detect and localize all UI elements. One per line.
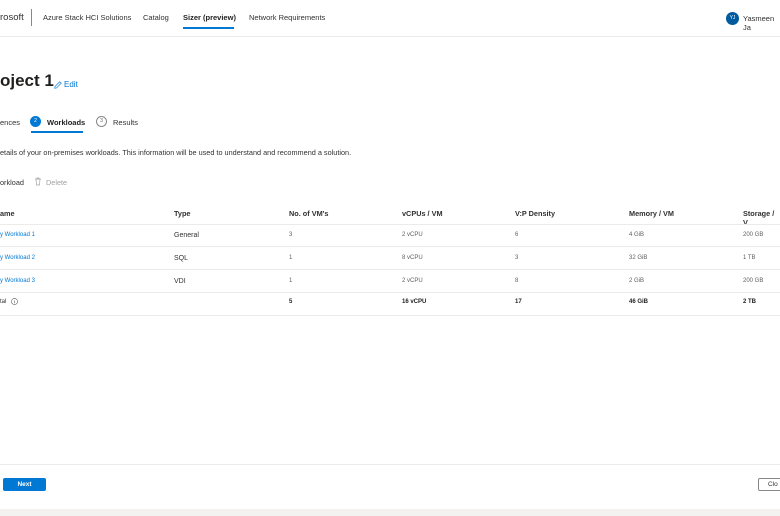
nav-network-requirements[interactable]: Network Requirements [249,13,325,22]
total-density: 17 [515,299,522,305]
workload-density: 8 [515,278,519,284]
edit-label: Edit [64,80,78,89]
top-navigation-bar: rosoft Azure Stack HCI Solutions Catalog… [0,0,780,37]
row-divider [0,246,780,247]
workload-storage: 200 GB [743,232,764,238]
workload-vcpus: 8 vCPU [402,255,423,261]
column-header-name[interactable]: ame [0,209,15,218]
brand-divider [31,9,32,26]
workload-vcpus: 2 vCPU [402,278,423,284]
add-workload-button[interactable]: orkload [0,178,24,187]
step-results[interactable]: Results [113,118,138,127]
workload-density: 3 [515,255,519,261]
workload-memory: 32 GiB [629,255,648,261]
workload-name-link[interactable]: y Workload 2 [0,255,35,261]
column-header-type[interactable]: Type [174,209,191,218]
workload-vcpus: 2 vCPU [402,232,423,238]
nav-azure-stack-hci-solutions[interactable]: Azure Stack HCI Solutions [43,13,131,22]
row-divider [0,269,780,270]
workload-vm-count: 1 [289,255,293,261]
brand-logo-text[interactable]: rosoft [0,12,24,23]
column-header-vp-density[interactable]: V:P Density [515,209,555,218]
workload-name-link[interactable]: y Workload 1 [0,232,35,238]
workload-type: VDI [174,278,186,285]
row-divider [0,292,780,293]
total-vcpus: 16 vCPU [402,299,427,305]
step-3-circle: 3 [96,116,107,127]
step-2-circle: 2 [30,116,41,127]
info-icon[interactable] [11,298,18,305]
next-button[interactable]: Next [3,478,46,491]
bottom-strip [0,509,780,516]
total-label: tal [0,299,7,305]
delete-workload-button[interactable]: Delete [46,178,67,187]
footer-divider [0,464,780,465]
total-memory: 46 GiB [629,299,649,305]
workload-type: SQL [174,255,189,262]
workload-density: 6 [515,232,519,238]
workload-vm-count: 1 [289,278,293,284]
column-header-memory[interactable]: Memory / VM [629,209,674,218]
workload-type: General [174,232,199,239]
nav-sizer-preview[interactable]: Sizer (preview) [183,13,236,22]
total-vm-count: 5 [289,299,293,305]
trash-icon [35,177,41,186]
page-title: oject 1 [0,71,54,90]
nav-active-indicator [183,27,234,29]
workload-storage: 200 GB [743,278,764,284]
workload-vm-count: 3 [289,232,293,238]
column-header-vm-count[interactable]: No. of VM's [289,209,328,218]
user-name[interactable]: Yasmeen Ja [743,14,780,32]
column-header-vcpus[interactable]: vCPUs / VM [402,209,443,218]
total-storage: 2 TB [743,299,757,305]
header-divider [0,224,780,225]
total-divider [0,315,780,316]
edit-title-link[interactable]: Edit [54,80,78,89]
nav-catalog[interactable]: Catalog [143,13,169,22]
workload-storage: 1 TB [743,255,756,261]
workload-memory: 2 GiB [629,278,645,284]
workload-memory: 4 GiB [629,232,645,238]
pencil-icon [54,80,62,89]
workload-name-link[interactable]: y Workload 3 [0,278,35,284]
avatar[interactable]: YJ [726,12,739,25]
step-preferences[interactable]: ences [0,118,20,127]
step-active-indicator [31,131,83,133]
close-button[interactable]: Clo [758,478,780,491]
workloads-description: etails of your on-premises workloads. Th… [0,148,352,157]
step-workloads[interactable]: Workloads [47,118,85,127]
